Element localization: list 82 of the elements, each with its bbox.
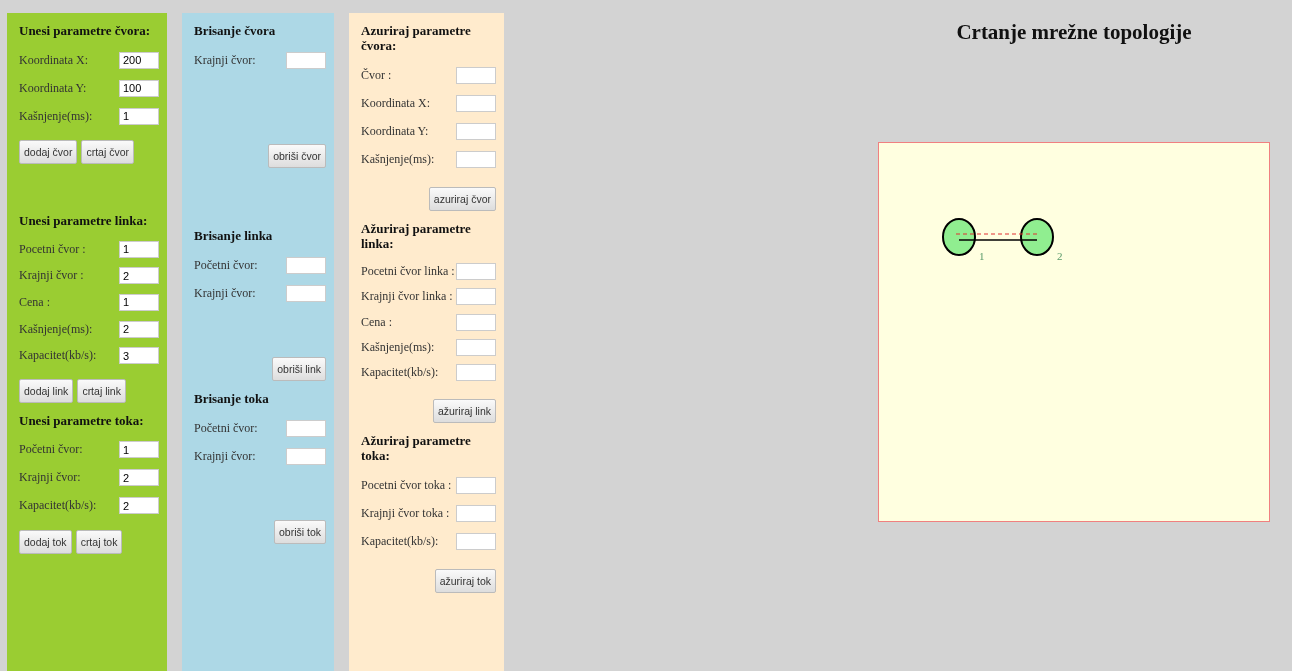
action-button[interactable]: ažuriraj tok (434, 569, 496, 593)
input-field[interactable] (456, 476, 496, 494)
action-button[interactable]: dodaj link (19, 378, 74, 403)
input-field[interactable] (456, 150, 496, 168)
input-field[interactable] (286, 284, 326, 302)
section-heading: Unesi parametre linka: (19, 212, 149, 228)
input-field[interactable] (456, 288, 496, 306)
input-field[interactable] (456, 122, 496, 140)
input-field[interactable] (456, 94, 496, 112)
action-button[interactable]: azuriraj čvor (428, 187, 496, 211)
action-button[interactable]: crtaj tok (75, 529, 123, 554)
field-label: Početni čvor: (19, 442, 83, 458)
action-button[interactable]: obriši čvor (268, 144, 326, 168)
input-field[interactable]: 3 (119, 347, 159, 365)
input-field[interactable] (456, 66, 496, 84)
action-button[interactable]: obriši tok (274, 520, 326, 545)
input-field[interactable] (286, 447, 326, 465)
node-circle (1020, 218, 1054, 256)
input-field[interactable]: 2 (119, 497, 159, 515)
input-field[interactable]: 200 (119, 51, 159, 69)
input-field[interactable]: 2 (119, 469, 159, 487)
field-label: Koordinata Y: (19, 80, 87, 96)
input-field[interactable]: 1 (119, 293, 159, 311)
action-button[interactable]: crtaj čvor (81, 140, 135, 164)
input-field[interactable] (456, 313, 496, 331)
field-label: Kapacitet(kb/s): (361, 533, 439, 549)
input-field[interactable]: 1 (119, 240, 159, 258)
field-label: Kašnjenje(ms): (361, 151, 435, 167)
input-field[interactable] (456, 532, 496, 550)
section-heading: Ažuriraj parametre toka: (361, 433, 472, 463)
field-label: Cena : (19, 294, 50, 310)
field-label: Pocetni čvor toka : (361, 477, 452, 493)
field-label: Koordinata X: (19, 52, 88, 68)
field-label: Krajnji čvor : (19, 268, 84, 284)
input-field[interactable]: 1 (119, 107, 159, 125)
node-label: 2 (1057, 250, 1063, 262)
section-heading: Brisanje toka (194, 391, 270, 407)
node-circle (942, 218, 976, 256)
field-label: Cena : (361, 314, 392, 330)
input-field[interactable]: 100 (119, 79, 159, 97)
input-field[interactable] (456, 363, 496, 381)
action-button[interactable]: dodaj tok (19, 529, 72, 554)
field-label: Kapacitet(kb/s): (19, 348, 97, 364)
node-label: 1 (979, 250, 985, 262)
input-field[interactable] (456, 263, 496, 281)
action-button[interactable]: obriši link (272, 357, 326, 382)
field-label: Krajnji čvor: (194, 285, 256, 301)
action-button[interactable]: dodaj čvor (19, 140, 78, 164)
page-title: Crtanje mrežne topologije (955, 20, 1193, 45)
field-label: Kašnjenje(ms): (19, 321, 93, 337)
field-label: Početni čvor: (194, 420, 258, 436)
input-field[interactable] (286, 51, 326, 69)
section-heading: Brisanje čvora (194, 23, 277, 38)
field-label: Krajnji čvor: (194, 52, 256, 68)
field-label: Krajnji čvor toka : (361, 505, 450, 521)
input-field[interactable] (286, 256, 326, 274)
field-label: Početni čvor: (194, 257, 258, 273)
field-label: Kašnjenje(ms): (361, 339, 435, 355)
field-label: Koordinata X: (361, 95, 430, 111)
field-label: Čvor : (361, 67, 392, 83)
section-heading: Brisanje linka (194, 228, 274, 244)
field-label: Kapacitet(kb/s): (361, 364, 439, 380)
field-label: Krajnji čvor: (19, 470, 81, 486)
input-field[interactable] (286, 419, 326, 437)
field-label: Pocetni čvor : (19, 241, 86, 257)
section-heading: Unesi parametre toka: (19, 412, 145, 428)
input-field[interactable] (456, 504, 496, 522)
field-label: Kašnjenje(ms): (19, 108, 93, 124)
section-heading: Unesi parametre čvora: (19, 23, 152, 38)
field-label: Krajnji čvor: (194, 448, 256, 464)
section-heading: Ažuriraj parametre linka: (361, 221, 472, 251)
input-field[interactable]: 2 (119, 267, 159, 285)
input-field[interactable] (456, 338, 496, 356)
field-label: Kapacitet(kb/s): (19, 498, 97, 514)
input-field[interactable]: 2 (119, 320, 159, 338)
section-heading: Azuriraj parametre čvora: (361, 23, 472, 53)
input-field[interactable]: 1 (119, 441, 159, 459)
field-label: Pocetni čvor linka : (361, 264, 455, 280)
field-label: Koordinata Y: (361, 123, 429, 139)
field-label: Krajnji čvor linka : (361, 289, 453, 305)
action-button[interactable]: ažuriraj link (432, 399, 496, 423)
action-button[interactable]: crtaj link (77, 378, 126, 403)
